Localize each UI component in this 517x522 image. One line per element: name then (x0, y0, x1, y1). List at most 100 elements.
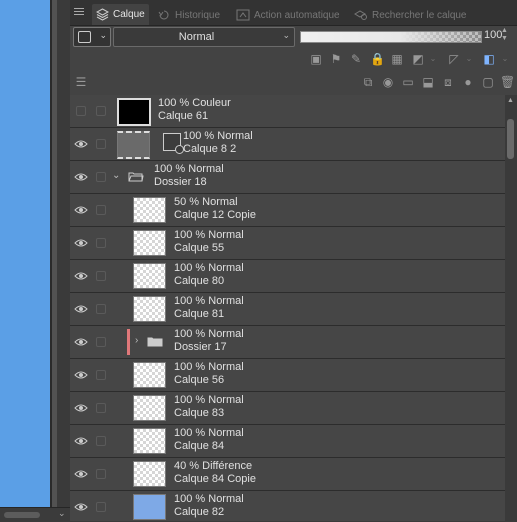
layer-row[interactable]: 100 % Normal Calque 84 (70, 425, 505, 458)
clip-lower-layer-icon[interactable]: ▣ (309, 52, 323, 66)
eye-icon[interactable] (74, 204, 88, 216)
layer-mask-icon[interactable]: ● (461, 75, 475, 89)
layer-opacity-mode: 100 % Normal (174, 427, 244, 439)
new-folder-icon[interactable]: ▭ (401, 75, 415, 89)
layer-opacity-mode: 100 % Normal (183, 130, 253, 142)
tab-label: Historique (175, 9, 221, 21)
lock-icon[interactable]: 🔒 (370, 52, 385, 66)
tab-historique[interactable]: Historique (158, 5, 220, 25)
opacity-stepper[interactable]: ▲ ▼ (501, 27, 513, 45)
layer-folder-row[interactable]: › 100 % Normal Dossier 17 (70, 326, 505, 359)
layer-row[interactable]: 40 % Différence Calque 84 Copie (70, 458, 505, 491)
edit-target-checkbox[interactable] (96, 106, 106, 116)
apply-mask-icon[interactable]: ▢ (481, 75, 495, 89)
tab-action-automatique[interactable]: Action automatique (236, 5, 340, 25)
chevron-down-icon[interactable]: ⌄ (426, 52, 440, 66)
layer-name: Calque 12 Copie (174, 209, 256, 221)
chevron-down-icon[interactable]: ⌄ (112, 170, 120, 181)
edit-target-checkbox[interactable] (96, 370, 106, 380)
eye-icon[interactable] (74, 270, 88, 282)
layer-color-button[interactable]: ⌄ (73, 27, 111, 47)
edit-target-checkbox[interactable] (96, 238, 106, 248)
chevron-down-icon[interactable]: ⌄ (58, 508, 66, 519)
edit-target-checkbox[interactable] (96, 337, 106, 347)
layer-panel: Calque Historique Action automatique Rec… (70, 0, 517, 521)
eye-icon[interactable] (74, 468, 88, 480)
edit-target-checkbox[interactable] (96, 205, 106, 215)
layer-color-swatch (78, 31, 91, 43)
edit-target-checkbox[interactable] (96, 403, 106, 413)
layer-row[interactable]: 100 % Normal Calque 82 (70, 491, 505, 521)
layer-folder-row[interactable]: ⌄ 100 % Normal Dossier 18 (70, 161, 505, 194)
canvas-horizontal-scrollbar[interactable]: ⌄ (0, 507, 70, 522)
scrollbar-thumb[interactable] (4, 512, 40, 518)
layer-row[interactable]: 50 % Normal Calque 12 Copie (70, 194, 505, 227)
canvas-document[interactable] (0, 0, 50, 512)
layer-opacity-mode: 100 % Normal (174, 361, 244, 373)
visibility-toggle-off[interactable] (76, 106, 86, 116)
tab-label: Action automatique (254, 9, 340, 21)
reference-layer-icon[interactable]: ⚑ (329, 52, 343, 66)
layer-thumbnail (117, 131, 150, 159)
layer-row[interactable]: 100 % Normal Calque 83 (70, 392, 505, 425)
ruler-enable-icon[interactable]: ◸ (447, 52, 461, 66)
layer-row[interactable]: 100 % Normal Calque 55 (70, 227, 505, 260)
layer-name: Dossier 17 (174, 341, 227, 353)
canvas-vertical-scrollbar[interactable] (57, 0, 125, 521)
delete-layer-icon[interactable]: 🗑 (500, 75, 515, 89)
layer-row[interactable]: 100 % Normal Calque 56 (70, 359, 505, 392)
eye-icon[interactable] (74, 336, 88, 348)
transfer-to-lower-layer-icon[interactable]: ⬓ (421, 75, 435, 89)
edit-target-checkbox[interactable] (96, 304, 106, 314)
opacity-slider[interactable] (300, 31, 482, 43)
lock-transparent-icon[interactable]: ▦ (390, 52, 404, 66)
eye-icon[interactable] (74, 402, 88, 414)
eye-icon[interactable] (74, 138, 88, 150)
draft-layer-icon[interactable]: ✎ (349, 52, 363, 66)
panel-menu-icon[interactable] (74, 6, 84, 18)
eye-icon[interactable] (74, 303, 88, 315)
layer-list[interactable]: 100 % Couleur Calque 61 100 % Normal Cal… (70, 95, 505, 521)
layer-opacity-mode: 100 % Normal (174, 295, 244, 307)
eye-icon[interactable] (74, 435, 88, 447)
layer-list-scrollbar[interactable]: ▲ (505, 95, 517, 521)
new-raster-layer-icon[interactable]: ⧉ (361, 75, 375, 89)
layer-row[interactable]: 100 % Normal Calque 8 2 (70, 128, 505, 161)
layer-thumbnail (117, 98, 151, 126)
eye-icon[interactable] (74, 501, 88, 513)
layer-list-icon[interactable]: ☰ (74, 75, 88, 89)
layer-row[interactable]: 100 % Normal Calque 80 (70, 260, 505, 293)
new-vector-layer-icon[interactable]: ◉ (381, 75, 395, 89)
edit-target-checkbox[interactable] (96, 469, 106, 479)
eye-icon[interactable] (74, 237, 88, 249)
chevron-right-icon[interactable]: › (135, 335, 138, 346)
edit-target-checkbox[interactable] (96, 172, 106, 182)
tab-calque[interactable]: Calque (92, 4, 149, 25)
edit-target-checkbox[interactable] (96, 436, 106, 446)
eye-icon[interactable] (74, 171, 88, 183)
edit-target-checkbox[interactable] (96, 271, 106, 281)
chevron-down-icon[interactable]: ⌄ (498, 52, 512, 66)
edit-target-checkbox[interactable] (96, 502, 106, 512)
blend-mode-value: Normal (178, 31, 215, 43)
panel-tab-bar: Calque Historique Action automatique Rec… (70, 0, 517, 26)
layer-opacity-mode: 50 % Normal (174, 196, 238, 208)
layer-command-toolbar: ☰ ⧉ ◉ ▭ ⬓ ⧈ ● ▢ 🗑 (70, 72, 517, 94)
layer-name: Calque 80 (174, 275, 225, 287)
canvas-area[interactable] (0, 0, 57, 521)
chevron-up-icon[interactable]: ▲ (507, 97, 514, 104)
eye-icon[interactable] (74, 369, 88, 381)
chevron-down-icon[interactable]: ⌄ (462, 52, 476, 66)
scrollbar-thumb[interactable] (507, 119, 514, 159)
edit-target-checkbox[interactable] (96, 139, 106, 149)
layer-name: Calque 56 (174, 374, 225, 386)
mask-enable-icon[interactable]: ◩ (411, 52, 425, 66)
layer-thumbnail (133, 230, 166, 256)
opacity-value[interactable]: 100 (484, 29, 502, 41)
layer-row[interactable]: 100 % Normal Calque 81 (70, 293, 505, 326)
layer-row[interactable]: 100 % Couleur Calque 61 (70, 95, 505, 128)
combine-layers-icon[interactable]: ⧈ (441, 75, 455, 89)
layer-color-icon[interactable]: ◧ (482, 52, 496, 66)
blend-mode-select[interactable]: Normal ⌄ (113, 27, 295, 47)
tab-rechercher-calque[interactable]: Rechercher le calque (353, 5, 467, 25)
